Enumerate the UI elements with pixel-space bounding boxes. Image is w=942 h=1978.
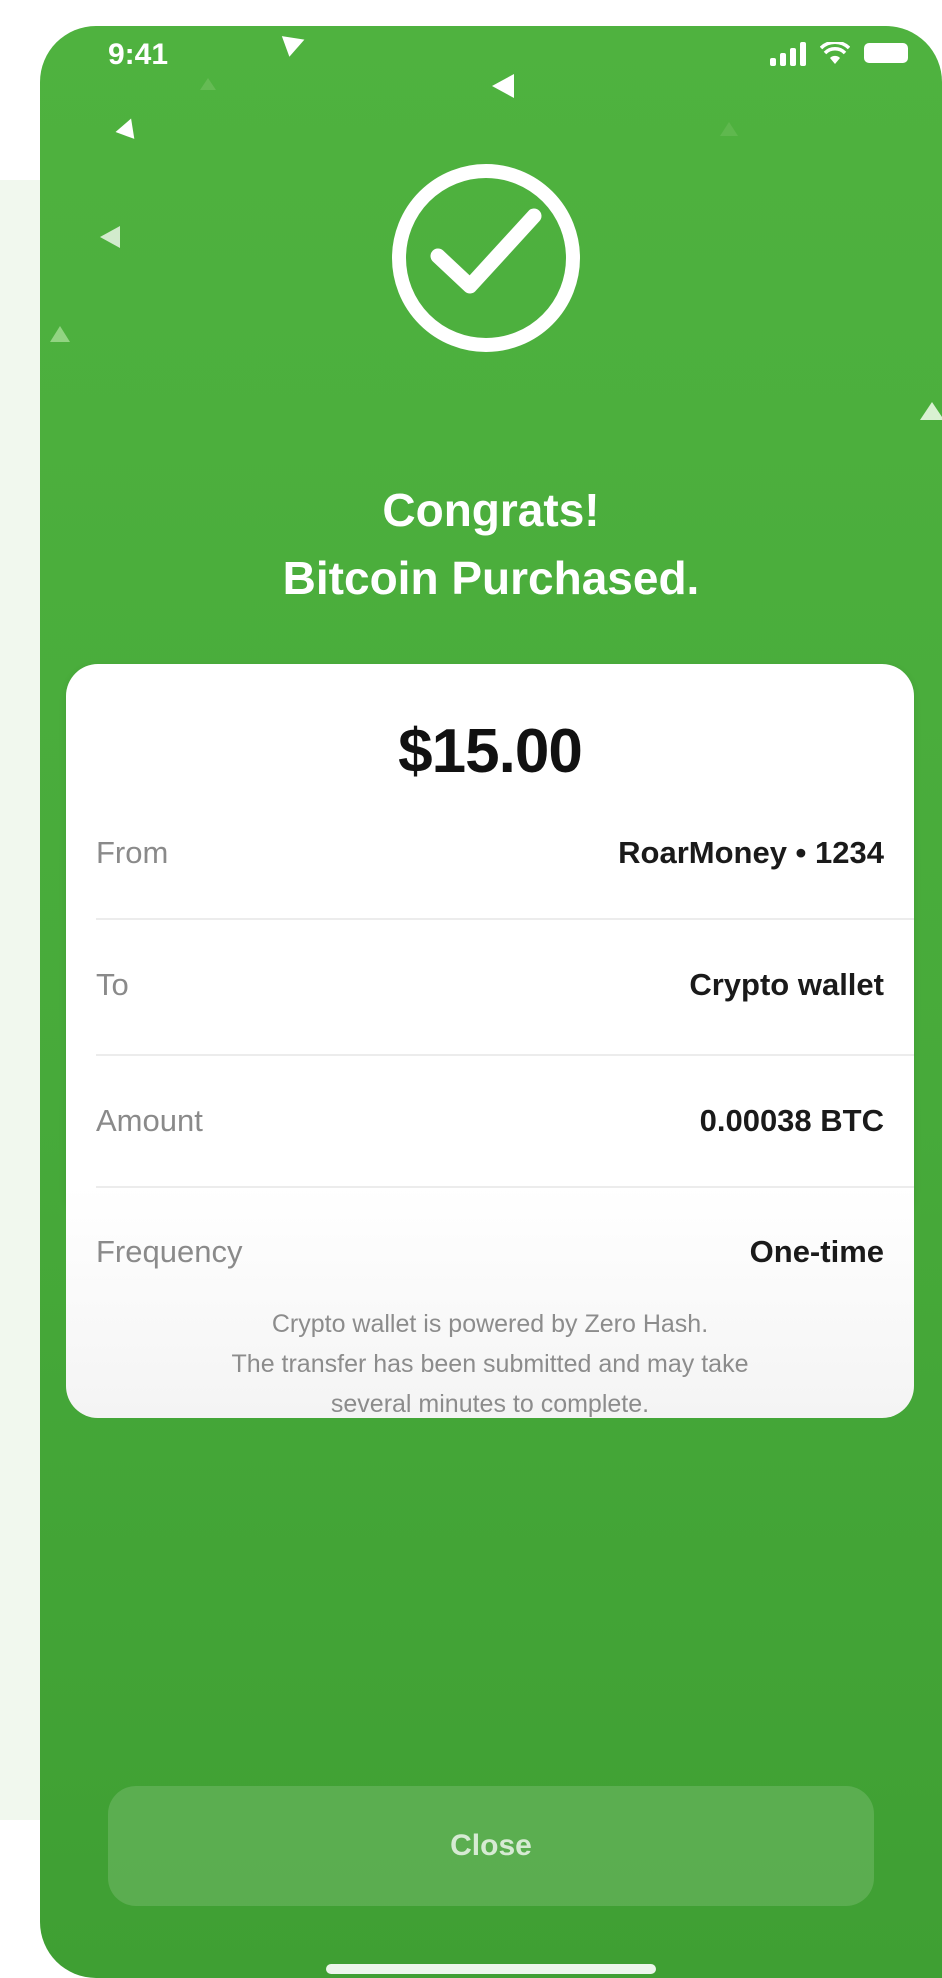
receipt-row-amount: Amount 0.00038 BTC	[96, 1056, 884, 1186]
row-label: From	[96, 835, 169, 870]
status-bar: 9:41	[40, 26, 942, 86]
row-value: Crypto wallet	[689, 967, 884, 1002]
wifi-icon	[820, 42, 850, 64]
status-icons	[770, 40, 908, 66]
confetti-icon	[50, 326, 70, 342]
headline-purchased: Bitcoin Purchased.	[282, 552, 700, 604]
battery-icon	[864, 43, 908, 63]
status-time: 9:41	[108, 38, 169, 71]
row-value: One-time	[749, 1234, 884, 1269]
receipt-row-from: From RoarMoney • 1234	[96, 788, 884, 918]
row-label: To	[96, 967, 129, 1002]
headline-congrats: Congrats!	[382, 484, 600, 536]
receipt-card: $15.00 From RoarMoney • 1234 To Crypto w…	[66, 664, 914, 1224]
note-line: The transfer has been submitted and may …	[231, 1350, 749, 1378]
receipt-total: $15.00	[398, 717, 583, 786]
check-circle-icon	[392, 164, 580, 352]
note-line: Crypto wallet is powered by Zero Hash.	[271, 1310, 709, 1338]
confetti-icon	[115, 115, 141, 139]
receipt-card-footer: Frequency One-time Crypto wallet is powe…	[66, 1186, 914, 1418]
confetti-icon	[920, 402, 942, 420]
confetti-icon	[100, 226, 120, 248]
home-indicator	[326, 1964, 656, 1974]
phone-screen: 9:41 Congrats! Bitcoin Purchased. $15.00	[40, 26, 942, 1978]
receipt-row-frequency: Frequency One-time	[96, 1188, 884, 1316]
row-label: Amount	[96, 1103, 203, 1138]
disclaimer-note: Crypto wallet is powered by Zero Hash. T…	[126, 1304, 854, 1424]
note-line: several minutes to complete.	[330, 1390, 650, 1418]
receipt-row-to: To Crypto wallet	[96, 920, 884, 1050]
row-value: 0.00038 BTC	[699, 1103, 884, 1138]
row-label: Frequency	[96, 1234, 243, 1269]
row-value: RoarMoney • 1234	[618, 835, 884, 870]
confetti-icon	[200, 78, 216, 90]
close-button[interactable]: Close	[108, 1786, 874, 1906]
confetti-icon	[492, 74, 514, 98]
signal-icon	[770, 40, 806, 66]
confetti-icon	[720, 122, 738, 136]
